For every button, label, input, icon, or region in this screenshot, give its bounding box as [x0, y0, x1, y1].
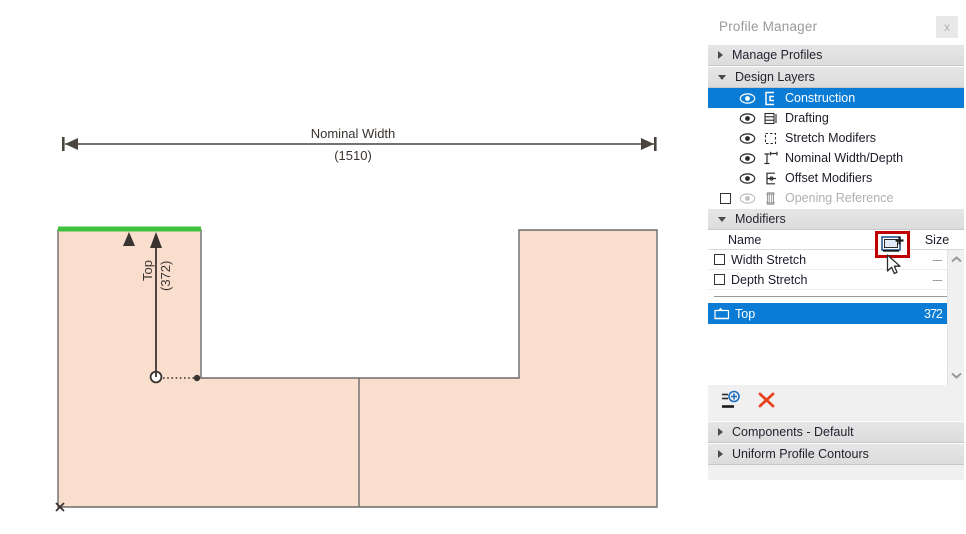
layer-label: Opening Reference: [785, 191, 894, 205]
modifiers-scrollbar[interactable]: [947, 250, 964, 385]
layer-label: Nominal Width/Depth: [785, 151, 904, 165]
layer-checkbox-placeholder: [720, 173, 731, 184]
mouse-cursor: [886, 254, 901, 275]
add-to-view-icon[interactable]: [880, 235, 905, 254]
profile-outline: [57, 229, 658, 508]
delete-modifier-icon[interactable]: [756, 390, 778, 410]
column-header-size: Size: [924, 232, 950, 247]
chevron-down-icon: [718, 74, 726, 80]
eye-icon[interactable]: [739, 112, 756, 125]
eye-icon[interactable]: [739, 132, 756, 145]
layer-label: Offset Modifiers: [785, 171, 873, 185]
modifier-name: Depth Stretch: [731, 272, 808, 287]
layer-label: Stretch Modifers: [785, 131, 877, 145]
layer-row-construction[interactable]: Construction: [708, 88, 964, 108]
modifiers-table: Name Size Width Stretch --- Depth Stretc…: [708, 230, 964, 385]
chevron-right-icon: [718, 450, 723, 458]
section-uniform-profile-contours-label: Uniform Profile Contours: [732, 447, 869, 461]
layer-row-stretch-modifiers[interactable]: Stretch Modifers: [708, 128, 964, 148]
section-uniform-profile-contours[interactable]: Uniform Profile Contours: [708, 443, 964, 465]
opening-reference-layer-icon: [766, 191, 775, 205]
modifier-row-width-stretch[interactable]: Width Stretch ---: [708, 250, 964, 270]
layer-checkbox[interactable]: [720, 192, 731, 204]
add-modifier-icon[interactable]: [720, 390, 742, 410]
modifier-top-icon: [714, 307, 730, 320]
section-manage-profiles[interactable]: Manage Profiles: [708, 44, 964, 66]
close-button[interactable]: x: [936, 16, 958, 38]
layer-checkbox-placeholder: [720, 93, 731, 104]
layer-label: Drafting: [785, 111, 829, 125]
chevron-down-icon: [718, 216, 726, 222]
modifier-name: Top: [735, 306, 756, 321]
profile-manager-panel: Profile Manager x Manage Profiles Design…: [708, 10, 964, 480]
layer-row-opening-reference[interactable]: Opening Reference: [708, 188, 964, 208]
modifier-row-top[interactable]: Top 372: [708, 303, 964, 324]
design-layers-list: Construction Drafting Stretch Modifers N…: [708, 88, 964, 208]
construction-layer-icon: [765, 91, 774, 105]
modifiers-table-header: Name Size: [708, 230, 964, 250]
modifier-checkbox[interactable]: [714, 274, 725, 285]
layer-row-drafting[interactable]: Drafting: [708, 108, 964, 128]
stretch-modifiers-layer-icon: [764, 132, 777, 144]
layer-row-nominal-width-depth[interactable]: Nominal Width/Depth: [708, 148, 964, 168]
modifier-row-depth-stretch[interactable]: Depth Stretch ---: [708, 270, 964, 290]
chevron-right-icon: [718, 428, 723, 436]
modifier-group-divider: [714, 296, 956, 297]
section-design-layers-label: Design Layers: [735, 70, 815, 84]
layer-checkbox-placeholder: [720, 113, 731, 124]
section-design-layers[interactable]: Design Layers: [708, 66, 964, 88]
section-components-default-label: Components - Default: [732, 425, 854, 439]
offset-modifiers-layer-icon: [766, 172, 776, 184]
section-manage-profiles-label: Manage Profiles: [732, 48, 823, 62]
panel-titlebar: Profile Manager x: [708, 10, 964, 44]
panel-title: Profile Manager: [719, 19, 818, 34]
layer-checkbox-placeholder: [720, 153, 731, 164]
nominal-width-depth-layer-icon: [764, 151, 778, 164]
section-modifiers[interactable]: Modifiers: [708, 208, 964, 230]
modifiers-toolbar: [708, 385, 964, 415]
drafting-layer-icon: [764, 112, 777, 124]
eye-icon[interactable]: [739, 172, 756, 185]
layer-checkbox-placeholder: [720, 133, 731, 144]
profile-drawing-canvas[interactable]: Nominal Width (1510) Top (372): [0, 0, 706, 534]
app-root: Nominal Width (1510) Top (372) Profile M…: [0, 0, 966, 534]
eye-icon[interactable]: [739, 152, 756, 165]
nominal-width-dimension: [62, 137, 657, 151]
modifier-checkbox[interactable]: [714, 254, 725, 265]
layer-row-offset-modifiers[interactable]: Offset Modifiers: [708, 168, 964, 188]
scroll-up-icon[interactable]: [948, 252, 965, 267]
eye-icon[interactable]: [739, 92, 756, 105]
layer-label: Construction: [785, 91, 856, 105]
section-modifiers-label: Modifiers: [735, 212, 786, 226]
chevron-right-icon: [718, 51, 723, 59]
scroll-down-icon[interactable]: [948, 368, 965, 383]
section-components-default[interactable]: Components - Default: [708, 421, 964, 443]
eye-icon[interactable]: [739, 192, 756, 205]
